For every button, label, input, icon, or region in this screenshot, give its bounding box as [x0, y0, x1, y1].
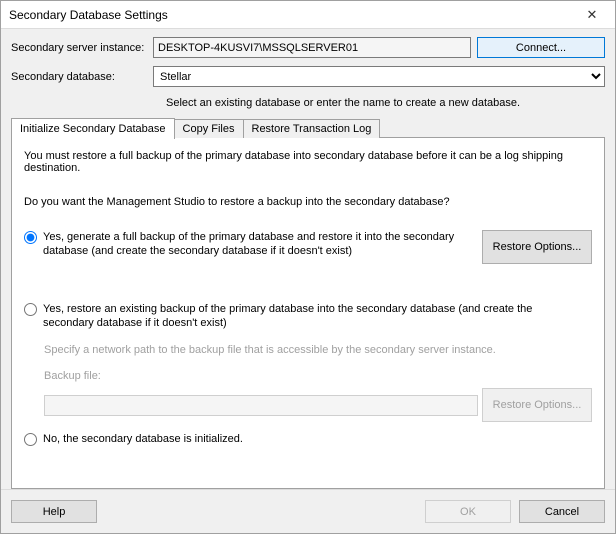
option2-radio[interactable] — [24, 303, 37, 316]
restore-options-button-2: Restore Options... — [482, 388, 592, 422]
option3-label[interactable]: No, the secondary database is initialize… — [43, 432, 592, 446]
server-row: Secondary server instance: Connect... — [11, 37, 605, 58]
ok-button: OK — [425, 500, 511, 523]
restore-options-button-1[interactable]: Restore Options... — [482, 230, 592, 264]
secondary-database-select[interactable]: Stellar — [153, 66, 605, 87]
dialog-body: Secondary server instance: Connect... Se… — [1, 29, 615, 489]
secondary-database-label: Secondary database: — [11, 71, 153, 83]
title-bar: Secondary Database Settings ✕ — [1, 1, 615, 29]
backup-file-input — [44, 395, 478, 416]
tab-strip: Initialize Secondary Database Copy Files… — [11, 119, 605, 138]
database-row: Secondary database: Stellar — [11, 66, 605, 87]
option1-row: Yes, generate a full backup of the prima… — [24, 230, 592, 264]
close-icon[interactable]: ✕ — [577, 5, 607, 25]
tab-copy-files[interactable]: Copy Files — [174, 119, 244, 138]
instruction-text: You must restore a full backup of the pr… — [24, 150, 592, 174]
cancel-button[interactable]: Cancel — [519, 500, 605, 523]
question-text: Do you want the Management Studio to res… — [24, 196, 592, 208]
server-instance-label: Secondary server instance: — [11, 42, 153, 54]
option3-radio[interactable] — [24, 433, 37, 446]
network-path-hint: Specify a network path to the backup fil… — [44, 344, 592, 356]
option3-row: No, the secondary database is initialize… — [24, 432, 592, 446]
dialog-window: Secondary Database Settings ✕ Secondary … — [0, 0, 616, 534]
option1-radio[interactable] — [24, 231, 37, 244]
dialog-footer: Help OK Cancel — [1, 489, 615, 533]
help-button[interactable]: Help — [11, 500, 97, 523]
tab-initialize[interactable]: Initialize Secondary Database — [11, 118, 175, 139]
backup-file-label: Backup file: — [44, 370, 592, 382]
option2-label[interactable]: Yes, restore an existing backup of the p… — [43, 302, 592, 330]
option2-row: Yes, restore an existing backup of the p… — [24, 302, 592, 330]
backup-file-row: Restore Options... — [44, 388, 592, 422]
window-title: Secondary Database Settings — [9, 8, 577, 22]
database-hint: Select an existing database or enter the… — [166, 97, 605, 109]
connect-button[interactable]: Connect... — [477, 37, 605, 58]
option1-label[interactable]: Yes, generate a full backup of the prima… — [43, 230, 478, 258]
tab-restore-log[interactable]: Restore Transaction Log — [243, 119, 381, 138]
tab-panel-initialize: You must restore a full backup of the pr… — [11, 137, 605, 489]
server-instance-input[interactable] — [153, 37, 471, 58]
